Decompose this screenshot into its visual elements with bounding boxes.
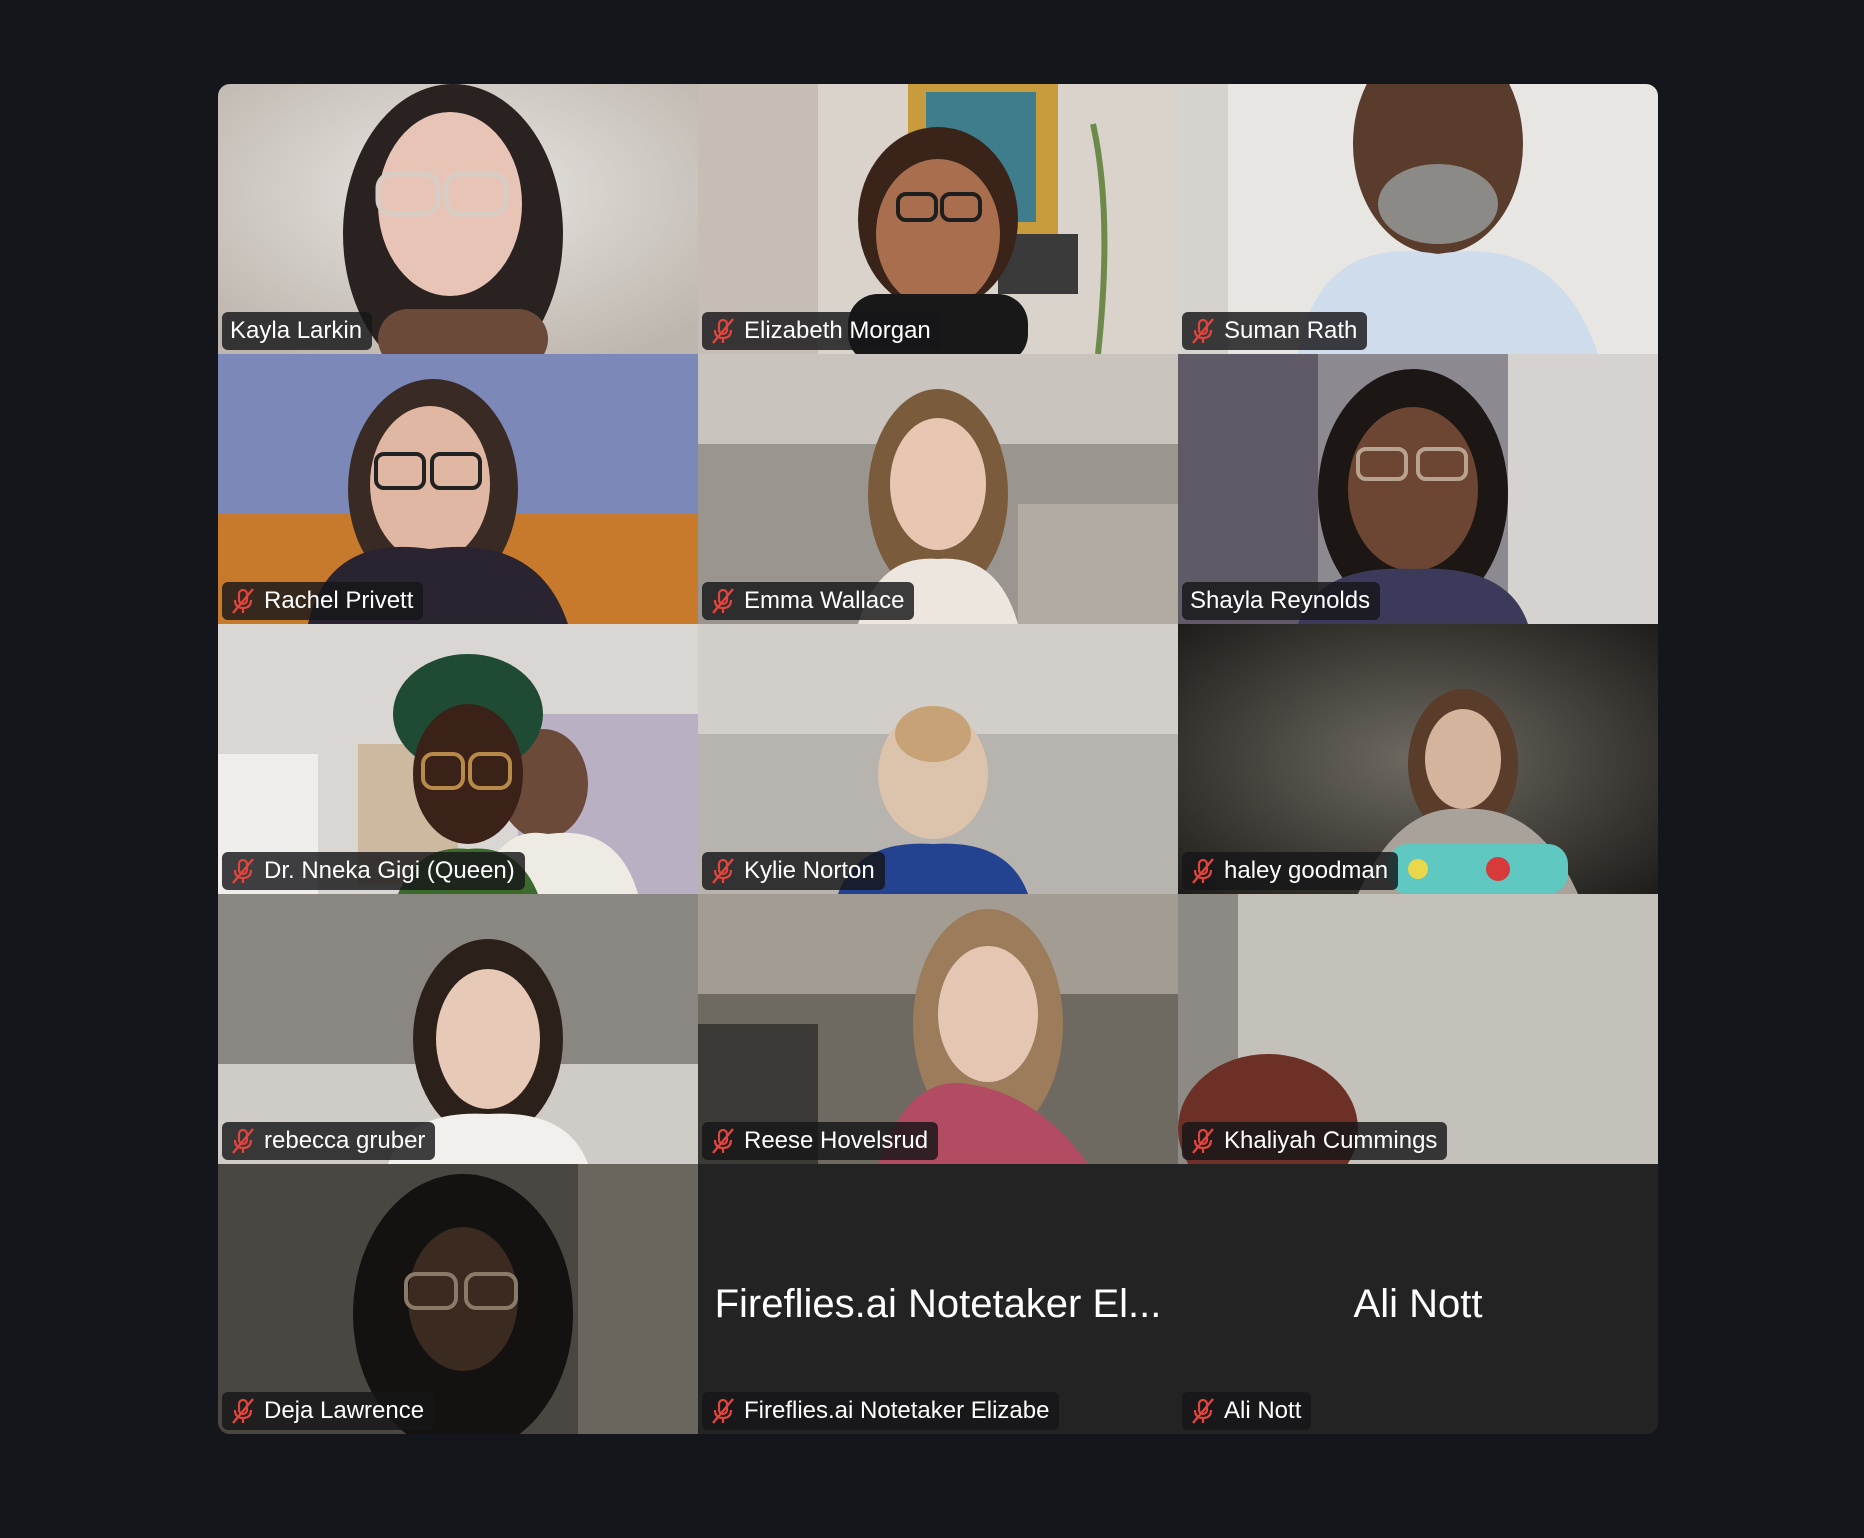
participant-tile-no-video[interactable]: Ali Nott Ali Nott — [1178, 1164, 1658, 1434]
muted-mic-icon — [230, 1397, 256, 1425]
participant-name-tag: Deja Lawrence — [222, 1392, 435, 1430]
participant-name-tag: Suman Rath — [1182, 312, 1368, 350]
muted-mic-icon — [710, 317, 736, 345]
participant-tile[interactable]: Rachel Privett — [218, 354, 698, 624]
participant-name-tag: Emma Wallace — [702, 582, 915, 620]
participant-tile[interactable]: Suman Rath — [1178, 84, 1658, 354]
participant-tile[interactable]: Khaliyah Cummings — [1178, 894, 1658, 1164]
participant-name: Elizabeth Morgan — [744, 317, 931, 344]
participant-display-name: Ali Nott — [1353, 1282, 1483, 1326]
participant-name-tag: Khaliyah Cummings — [1182, 1122, 1448, 1160]
gallery-grid: Kayla Larkin Elizabeth Morgan Suman Rath… — [218, 84, 1658, 1434]
participant-tile[interactable]: Kylie Norton — [698, 624, 1178, 894]
participant-name: Suman Rath — [1224, 317, 1358, 344]
participant-name: Ali Nott — [1224, 1397, 1302, 1424]
muted-mic-icon — [710, 587, 736, 615]
muted-mic-icon — [1190, 1127, 1216, 1155]
participant-name-tag: haley goodman — [1182, 852, 1399, 890]
participant-name: haley goodman — [1224, 857, 1389, 884]
participant-tile[interactable]: Emma Wallace — [698, 354, 1178, 624]
muted-mic-icon — [710, 1127, 736, 1155]
muted-mic-icon — [1190, 857, 1216, 885]
participant-name: Reese Hovelsrud — [744, 1127, 929, 1154]
participant-tile[interactable]: Reese Hovelsrud — [698, 894, 1178, 1164]
participant-name-tag: Kylie Norton — [702, 852, 885, 890]
participant-name-tag: Shayla Reynolds — [1182, 582, 1381, 620]
participant-name-tag: Reese Hovelsrud — [702, 1122, 939, 1160]
participant-name-tag: Dr. Nneka Gigi (Queen) — [222, 852, 525, 890]
participant-name-tag: Ali Nott — [1182, 1392, 1312, 1430]
meeting-window: Kayla Larkin Elizabeth Morgan Suman Rath… — [0, 0, 1864, 1538]
participant-name-tag: Elizabeth Morgan — [702, 312, 941, 350]
participant-name-tag: Fireflies.ai Notetaker Elizabe — [702, 1392, 1060, 1430]
participant-name: Rachel Privett — [264, 587, 414, 614]
muted-mic-icon — [1190, 1397, 1216, 1425]
participant-tile[interactable]: Kayla Larkin — [218, 84, 698, 354]
muted-mic-icon — [710, 1397, 736, 1425]
participant-name: rebecca gruber — [264, 1127, 426, 1154]
participant-name: Kylie Norton — [744, 857, 875, 884]
participant-display-name: Fireflies.ai Notetaker El... — [714, 1282, 1162, 1326]
participant-tile[interactable]: rebecca gruber — [218, 894, 698, 1164]
participant-tile-no-video[interactable]: Fireflies.ai Notetaker El... Fireflies.a… — [698, 1164, 1178, 1434]
muted-mic-icon — [230, 587, 256, 615]
muted-mic-icon — [230, 857, 256, 885]
participant-name: Shayla Reynolds — [1190, 587, 1371, 614]
participant-tile[interactable]: Elizabeth Morgan — [698, 84, 1178, 354]
participant-tile[interactable]: haley goodman — [1178, 624, 1658, 894]
participant-tile[interactable]: Deja Lawrence — [218, 1164, 698, 1434]
participant-name-tag: Rachel Privett — [222, 582, 424, 620]
participant-name: Emma Wallace — [744, 587, 905, 614]
participant-name: Khaliyah Cummings — [1224, 1127, 1438, 1154]
participant-name-tag: rebecca gruber — [222, 1122, 436, 1160]
muted-mic-icon — [1190, 317, 1216, 345]
participant-tile[interactable]: Dr. Nneka Gigi (Queen) — [218, 624, 698, 894]
participant-name: Kayla Larkin — [230, 317, 363, 344]
muted-mic-icon — [230, 1127, 256, 1155]
participant-name: Deja Lawrence — [264, 1397, 425, 1424]
muted-mic-icon — [710, 857, 736, 885]
participant-name: Dr. Nneka Gigi (Queen) — [264, 857, 515, 884]
participant-name-tag: Kayla Larkin — [222, 312, 373, 350]
participant-tile-active-speaker[interactable]: Shayla Reynolds — [1178, 354, 1658, 624]
participant-name: Fireflies.ai Notetaker Elizabe — [744, 1397, 1050, 1424]
